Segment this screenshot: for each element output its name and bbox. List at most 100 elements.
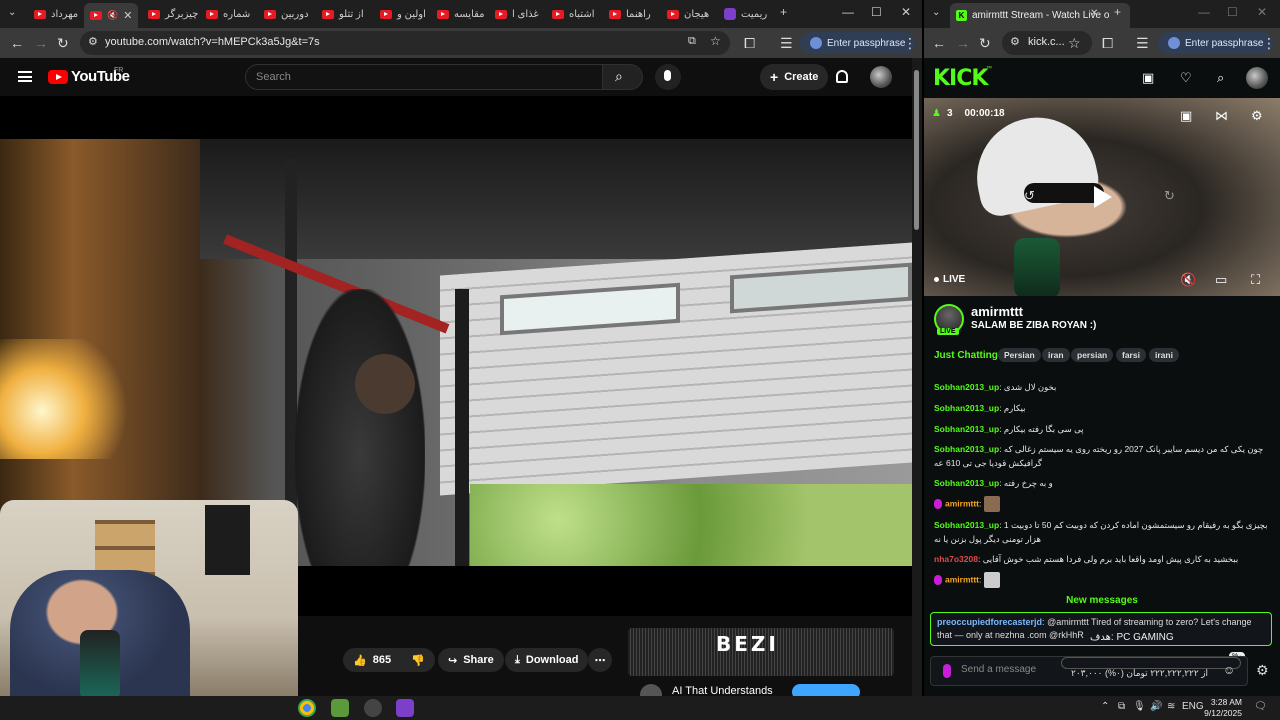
new-messages-button[interactable]: New messages (924, 595, 1280, 606)
chrome-taskbar-icon[interactable] (298, 699, 316, 717)
chat-username[interactable]: Sobhan2013_up (934, 403, 999, 413)
bookmark-star-icon[interactable]: ☆ (710, 34, 721, 48)
search-input[interactable] (256, 71, 586, 83)
search-icon[interactable]: ⌕ (1217, 70, 1224, 86)
search-field[interactable] (245, 64, 603, 90)
tray-chevron-icon[interactable]: ⌃ (1101, 701, 1109, 712)
mic-tray-icon[interactable]: 🎙 (1133, 701, 1146, 712)
volume-icon[interactable]: 🔊 (1150, 701, 1162, 712)
gift-icon[interactable]: ▣ (1142, 70, 1154, 86)
chat-username[interactable]: amirmttt (945, 498, 979, 508)
enter-passphrase-button[interactable]: Enter passphrase (800, 32, 916, 54)
tab-search-dropdown[interactable]: ⌄ (932, 7, 940, 18)
category-link[interactable]: Just Chatting (934, 350, 998, 361)
tab-4[interactable]: شماره (206, 4, 250, 24)
close-window-button[interactable]: ✕ (901, 5, 911, 19)
microphone-icon[interactable] (943, 664, 951, 678)
close-tab-icon[interactable]: ✕ (123, 9, 132, 22)
chat-message-input[interactable] (961, 664, 1051, 675)
omnibox[interactable]: ⚙ youtube.com/watch?v=hMEPCk3a5Jg&t=7s ⧉… (80, 31, 730, 55)
close-tab-icon[interactable]: ✕ (1090, 8, 1098, 19)
voice-search-button[interactable] (655, 64, 681, 90)
clip-icon[interactable]: ▣ (1180, 108, 1192, 124)
new-tab-button[interactable]: + (1114, 5, 1121, 19)
chat-username[interactable]: amirmttt (945, 574, 979, 584)
download-button[interactable]: ⤓ Download (505, 648, 589, 672)
chat-settings-gear-icon[interactable]: ⚙ (1256, 662, 1269, 679)
notifications-bell-icon[interactable] (836, 70, 848, 83)
forward-icon[interactable]: → (34, 35, 48, 51)
more-actions-button[interactable]: ⋯ (588, 648, 612, 672)
network-icon[interactable]: ⧉ (1118, 701, 1125, 712)
tab-active-kick[interactable]: Kamirmttt Stream - Watch Live o (950, 3, 1130, 28)
maximize-button[interactable]: ☐ (1227, 5, 1238, 19)
reload-icon[interactable]: ↻ (57, 35, 69, 52)
fullscreen-icon[interactable]: ⛶ (1251, 272, 1260, 288)
chat-username[interactable]: Sobhan2013_up (934, 444, 999, 454)
tab-8[interactable]: مقایسه (437, 4, 485, 24)
tag-chip[interactable]: persian (1071, 348, 1114, 362)
pip-icon[interactable]: ▭ (1215, 272, 1227, 288)
chat-username[interactable]: nha7o3208 (934, 554, 978, 564)
search-button[interactable]: ⌕ (603, 64, 643, 90)
tag-chip[interactable]: iran (1042, 348, 1070, 362)
tab-11[interactable]: راهنما (609, 4, 651, 24)
chat-username[interactable]: Sobhan2013_up (934, 478, 999, 488)
play-icon[interactable] (1094, 186, 1112, 208)
tab-1[interactable]: مهرداد (34, 4, 78, 24)
reading-list-icon[interactable]: ☰ (1136, 35, 1149, 52)
minimize-button[interactable]: — (1198, 5, 1210, 19)
tab-6[interactable]: از تتلو (322, 4, 364, 24)
menu-kebab-icon[interactable]: ⋮ (1262, 35, 1276, 52)
account-avatar[interactable] (870, 66, 892, 88)
tab-9[interactable]: غذای ا (495, 4, 539, 24)
notifications-icon[interactable]: 🗨 (1254, 701, 1267, 712)
like-button[interactable]: 👍 865 👎 (343, 648, 435, 672)
vpn-taskbar-icon[interactable] (364, 699, 382, 717)
tab-7[interactable]: اولین و (380, 4, 426, 24)
chat-username[interactable]: Sobhan2013_up (934, 382, 999, 392)
heart-icon[interactable]: ♡ (1180, 70, 1192, 86)
enter-passphrase-button[interactable]: Enter passphrase (1158, 32, 1274, 54)
tab-active-youtube[interactable]: 🔇 ✕ (84, 3, 139, 28)
reload-icon[interactable]: ↻ (979, 35, 991, 52)
chat-username[interactable]: Sobhan2013_up (934, 520, 999, 530)
rewind-icon[interactable]: ↺ (1024, 188, 1035, 204)
share-button[interactable]: ↪ Share (438, 648, 504, 672)
maximize-button[interactable]: ☐ (871, 5, 882, 19)
wifi-icon[interactable]: ≋ (1167, 701, 1175, 712)
app-taskbar-icon[interactable] (331, 699, 349, 717)
forward-icon[interactable]: → (956, 35, 970, 51)
account-avatar[interactable] (1246, 67, 1268, 89)
tab-3[interactable]: چیزبرگر (148, 4, 198, 24)
back-icon[interactable]: ← (932, 35, 946, 51)
bookmark-star-icon[interactable]: ☆ (1068, 35, 1081, 52)
kick-logo[interactable]: KICK (933, 66, 988, 91)
chat-input-box[interactable]: ۲۰۳,۰۰۰ از ۲۲۲,۲۲۲,۲۲۲ تومان (۰%) ☺ (930, 656, 1248, 686)
clock[interactable]: 3:28 AM 9/12/2025 (1200, 697, 1242, 719)
tab-search-dropdown[interactable]: ⌄ (8, 7, 16, 18)
create-button[interactable]: + Create (760, 64, 829, 90)
emoji-icon[interactable]: ☺ (1223, 663, 1235, 677)
pinned-username[interactable]: preoccupiedforecasterjd (937, 617, 1042, 627)
minimize-button[interactable]: — (842, 5, 854, 19)
forward-icon[interactable]: ↻ (1164, 188, 1175, 204)
new-tab-button[interactable]: + (780, 5, 787, 19)
settings-gear-icon[interactable]: ⚙ (1251, 108, 1263, 124)
tag-chip[interactable]: irani (1149, 348, 1179, 362)
install-app-icon[interactable]: ⧉ (688, 35, 696, 48)
tag-chip[interactable]: Persian (998, 348, 1041, 362)
page-scrollbar[interactable] (912, 58, 922, 696)
tab-12[interactable]: هیجان (667, 4, 709, 24)
tab-13[interactable]: ریمیت (724, 4, 767, 24)
extensions-icon[interactable]: ⧠ (1102, 35, 1113, 52)
rumble-taskbar-icon[interactable] (396, 699, 414, 717)
reading-list-icon[interactable]: ☰ (780, 35, 793, 52)
stream-player[interactable]: ♟ 3 00:00:18 ▣ ⋈ ⚙ ↺ ↻ LIVE 🔇 ▭ ⛶ (924, 98, 1280, 296)
share-icon[interactable]: ⋈ (1215, 108, 1228, 124)
channel-name[interactable]: amirmttt (971, 304, 1023, 319)
extensions-icon[interactable]: ⧠ (744, 35, 755, 52)
tag-chip[interactable]: farsi (1116, 348, 1146, 362)
menu-kebab-icon[interactable]: ⋮ (903, 35, 917, 52)
mute-icon[interactable]: 🔇 (107, 10, 118, 21)
